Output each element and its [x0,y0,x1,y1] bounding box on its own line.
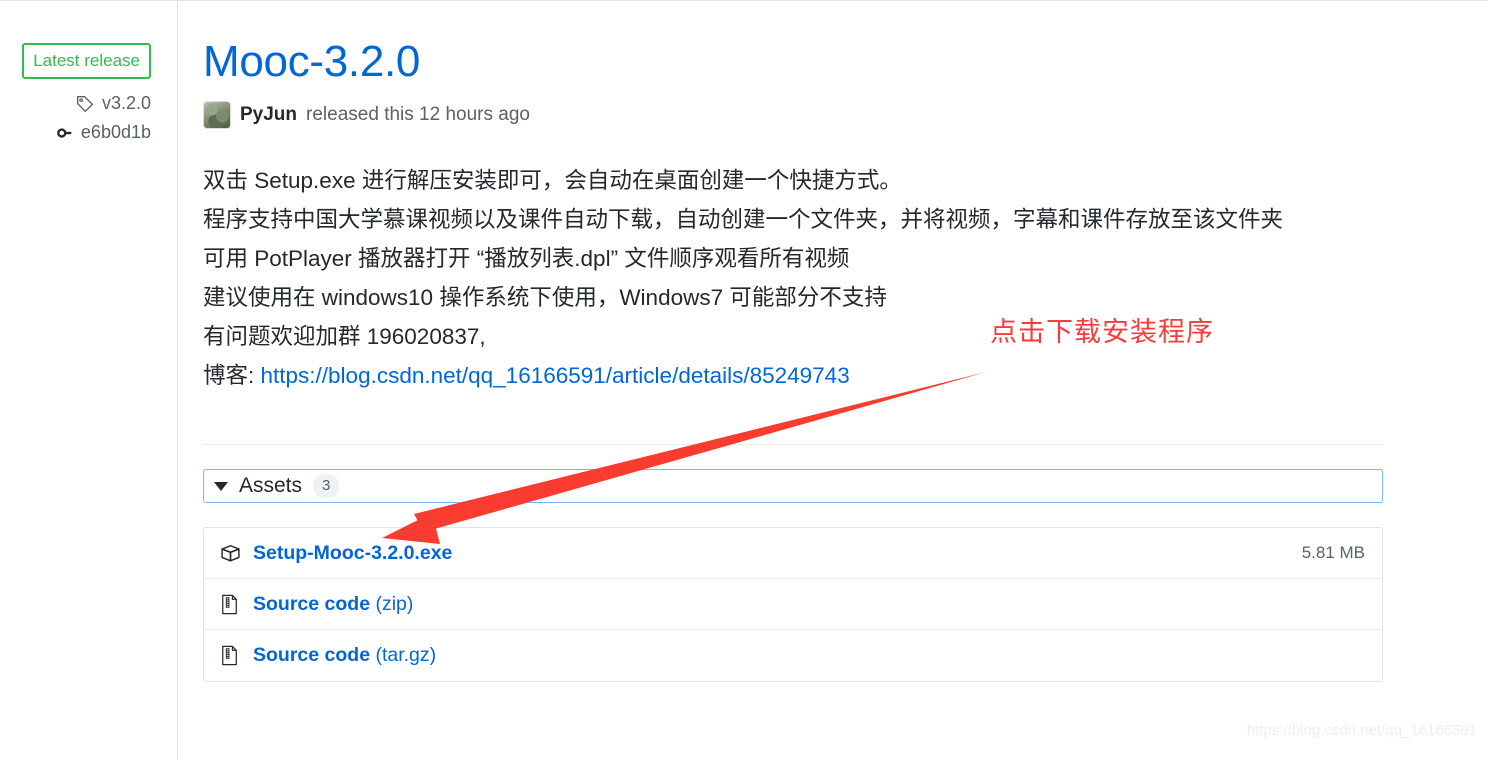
asset-name-text: Source code [253,644,371,666]
assets-toggle[interactable]: Assets 3 [203,469,1383,503]
avatar[interactable] [203,101,231,130]
release-sidebar: Latest release v3.2.0 e6b0d1b [0,1,178,760]
release-notes: 双击 Setup.exe 进行解压安装即可，会自动在桌面创建一个快捷方式。 程序… [203,161,1487,395]
release-tag-label: v3.2.0 [101,93,151,113]
release-byline: PyJun released this 12 hours ago [203,101,1487,130]
author-name[interactable]: PyJun [240,104,297,126]
release-notes-blog-line: 博客: https://blog.csdn.net/qq_16166591/ar… [203,356,1487,395]
table-row[interactable]: Setup-Mooc-3.2.0.exe 5.81 MB [204,528,1382,579]
release-tag[interactable]: v3.2.0 [0,93,151,114]
asset-name-text: Setup-Mooc-3.2.0.exe [253,541,453,564]
latest-release-badge: Latest release [22,43,151,79]
asset-name-text: Source code [253,592,371,615]
tag-icon [75,95,95,113]
assets-list: Setup-Mooc-3.2.0.exe 5.81 MB Source code… [203,527,1383,682]
blog-label: 博客: [203,363,261,389]
asset-name-suffix: (tar.gz) [370,644,437,666]
package-icon [220,543,244,564]
watermark: https://blog.csdn.net/qq_16166591 [1246,722,1477,739]
table-row[interactable]: Source code (tar.gz) [204,630,1382,681]
asset-link[interactable]: Setup-Mooc-3.2.0.exe [253,542,452,565]
zip-file-icon [220,594,244,615]
assets-count-badge: 3 [313,474,340,498]
annotation-label: 点击下载安装程序 [990,317,1214,348]
table-row[interactable]: Source code (zip) [204,579,1382,630]
release-notes-line: 程序支持中国大学慕课视频以及课件自动下载，自动创建一个文件夹，并将视频，字幕和课… [203,207,1284,233]
commit-icon [54,124,74,142]
release-notes-line: 可用 PotPlayer 播放器打开 “播放列表.dpl” 文件顺序观看所有视频 [203,246,850,272]
release-commit-label: e6b0d1b [80,122,151,142]
release-page: Latest release v3.2.0 e6b0d1b Mooc-3.2.0 [0,0,1487,760]
release-commit[interactable]: e6b0d1b [0,122,151,143]
page-title[interactable]: Mooc-3.2.0 [203,38,1487,85]
asset-name-suffix: (zip) [370,592,414,615]
asset-link[interactable]: Source code (zip) [253,593,413,616]
section-divider [203,444,1383,445]
asset-size: 5.81 MB [1301,543,1365,562]
asset-link[interactable]: Source code (tar.gz) [253,644,436,667]
blog-link[interactable]: https://blog.csdn.net/qq_16166591/articl… [261,363,850,388]
release-notes-line: 双击 Setup.exe 进行解压安装即可，会自动在桌面创建一个快捷方式。 [203,168,902,194]
caret-down-icon [214,481,228,491]
released-timestamp: released this 12 hours ago [306,104,530,126]
release-notes-line: 有问题欢迎加群 196020837, [203,324,486,350]
assets-label: Assets [239,474,303,497]
zip-file-icon [220,645,244,666]
release-main: Mooc-3.2.0 PyJun released this 12 hours … [179,1,1487,760]
release-notes-line: 建议使用在 windows10 操作系统下使用，Windows7 可能部分不支持 [203,285,887,311]
